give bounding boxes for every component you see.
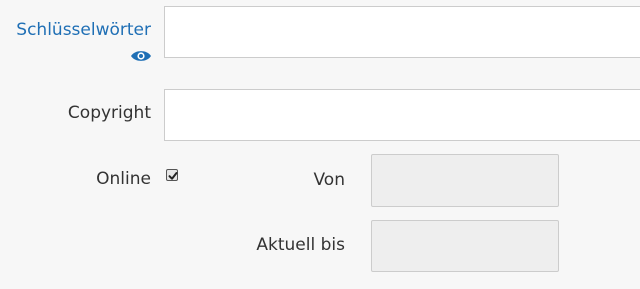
from-input bbox=[371, 154, 559, 207]
online-label: Online bbox=[96, 169, 151, 189]
keywords-label: Schlüsselwörter bbox=[16, 20, 151, 40]
checkmark-icon bbox=[168, 172, 178, 180]
from-label: Von bbox=[313, 170, 346, 190]
keywords-input[interactable] bbox=[164, 6, 640, 58]
online-checkbox[interactable] bbox=[166, 169, 178, 181]
eye-icon[interactable] bbox=[130, 49, 152, 63]
copyright-label: Copyright bbox=[67, 103, 151, 123]
copyright-input[interactable] bbox=[164, 89, 640, 141]
until-input bbox=[371, 220, 559, 272]
until-label: Aktuell bis bbox=[256, 235, 345, 255]
